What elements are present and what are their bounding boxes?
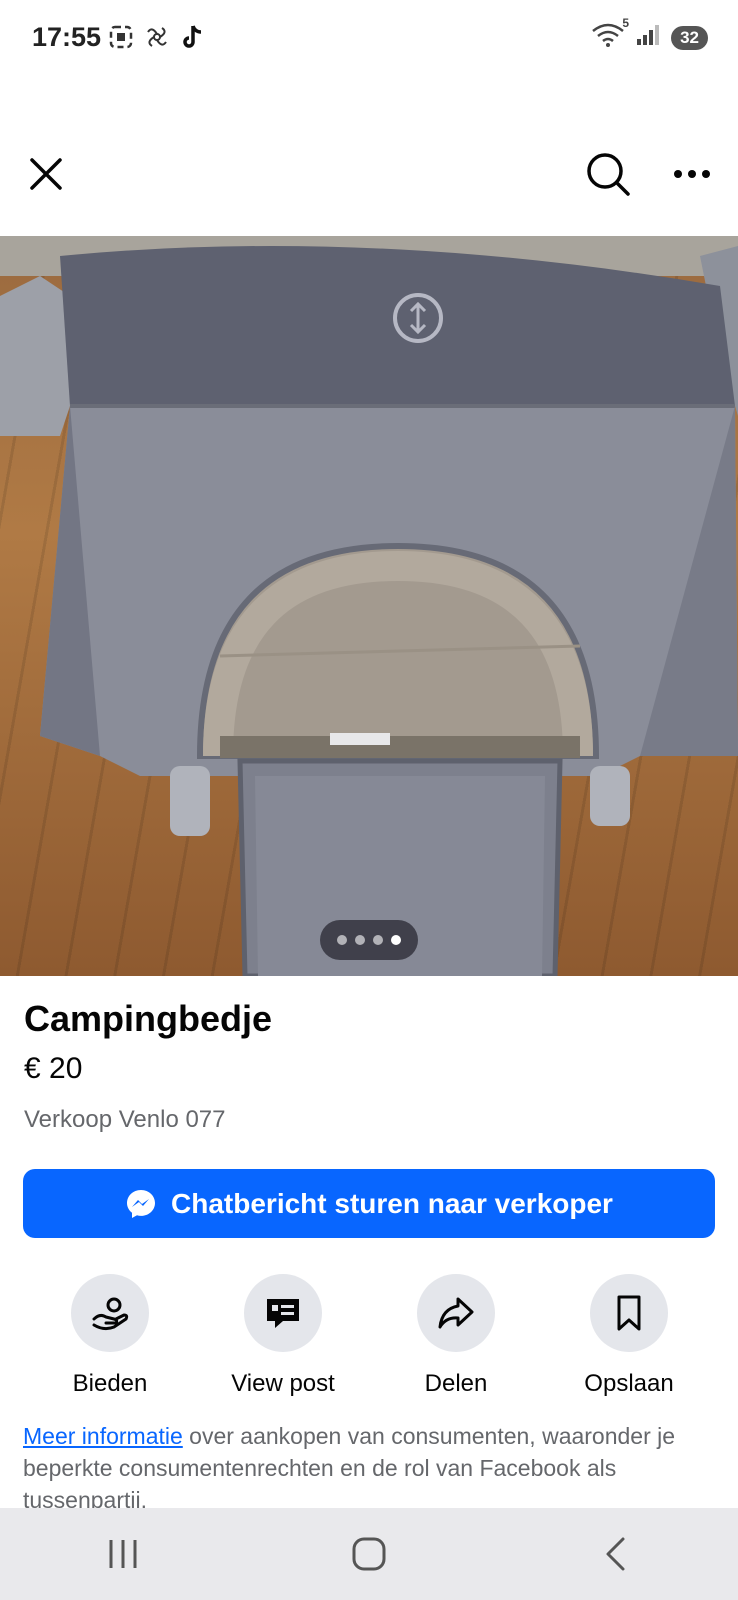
share-button-circle xyxy=(417,1274,495,1352)
offer-hand-icon xyxy=(92,1297,129,1331)
listing-photo[interactable] xyxy=(0,236,738,976)
view-post-label: View post xyxy=(231,1370,335,1397)
screenshot-icon xyxy=(108,24,134,55)
save-label: Opslaan xyxy=(584,1370,674,1397)
status-icons-right: 5 32 xyxy=(591,16,708,53)
status-time: 17:55 xyxy=(32,22,102,52)
pinwheel-icon xyxy=(144,24,170,55)
back-button[interactable] xyxy=(575,1524,655,1584)
listing-location[interactable]: Verkoop Venlo 077 xyxy=(24,1106,226,1134)
pager-dot xyxy=(373,935,383,945)
search-icon xyxy=(587,153,630,196)
offer-button-circle xyxy=(71,1274,149,1352)
close-icon xyxy=(30,158,62,190)
image-pager-indicator xyxy=(320,920,418,960)
recent-apps-button[interactable] xyxy=(83,1524,163,1584)
share-arrow-icon xyxy=(438,1297,474,1329)
share-label: Delen xyxy=(424,1370,488,1397)
action-row: Bieden View post Delen Opslaan xyxy=(0,1274,738,1397)
share-button[interactable]: Delen xyxy=(376,1274,536,1398)
status-bar: 17:55 5 32 xyxy=(0,0,738,80)
listing-title: Campingbedje xyxy=(24,998,273,1039)
bookmark-icon xyxy=(617,1295,641,1331)
listing-price: € 20 xyxy=(24,1052,83,1085)
travel-cot-illustration xyxy=(0,236,738,976)
pager-dot xyxy=(355,935,365,945)
post-bubble-icon xyxy=(267,1299,299,1328)
message-seller-label: Chatbericht sturen naar verkoper xyxy=(171,1187,613,1219)
view-post-button-circle xyxy=(244,1274,322,1352)
pager-dot-active xyxy=(391,935,401,945)
status-icons-left xyxy=(108,24,204,55)
messenger-icon xyxy=(127,1189,156,1218)
close-button[interactable] xyxy=(18,146,74,202)
save-button[interactable]: Opslaan xyxy=(549,1274,709,1398)
consumer-info-text: Meer informatie over aankopen van consum… xyxy=(23,1420,723,1516)
wifi-icon: 5 xyxy=(591,16,629,53)
offer-label: Bieden xyxy=(72,1370,148,1397)
pager-dot xyxy=(337,935,347,945)
top-app-bar xyxy=(0,146,738,226)
back-icon xyxy=(606,1537,625,1571)
system-navigation-bar xyxy=(0,1508,738,1600)
tiktok-icon xyxy=(180,24,204,55)
offer-button[interactable]: Bieden xyxy=(30,1274,190,1398)
search-button[interactable] xyxy=(580,146,636,202)
home-button[interactable] xyxy=(329,1524,409,1584)
network-label: 5 xyxy=(622,16,630,30)
signal-icon xyxy=(635,23,661,52)
save-button-circle xyxy=(590,1274,668,1352)
view-post-button[interactable]: View post xyxy=(203,1274,363,1398)
home-icon xyxy=(352,1537,386,1571)
more-info-link[interactable]: Meer informatie xyxy=(23,1423,183,1449)
battery-indicator: 32 xyxy=(671,25,708,50)
recent-apps-icon xyxy=(109,1540,137,1568)
message-seller-button[interactable]: Chatbericht sturen naar verkoper xyxy=(23,1169,715,1238)
more-options-button[interactable] xyxy=(664,146,720,202)
more-horizontal-icon xyxy=(674,170,710,178)
